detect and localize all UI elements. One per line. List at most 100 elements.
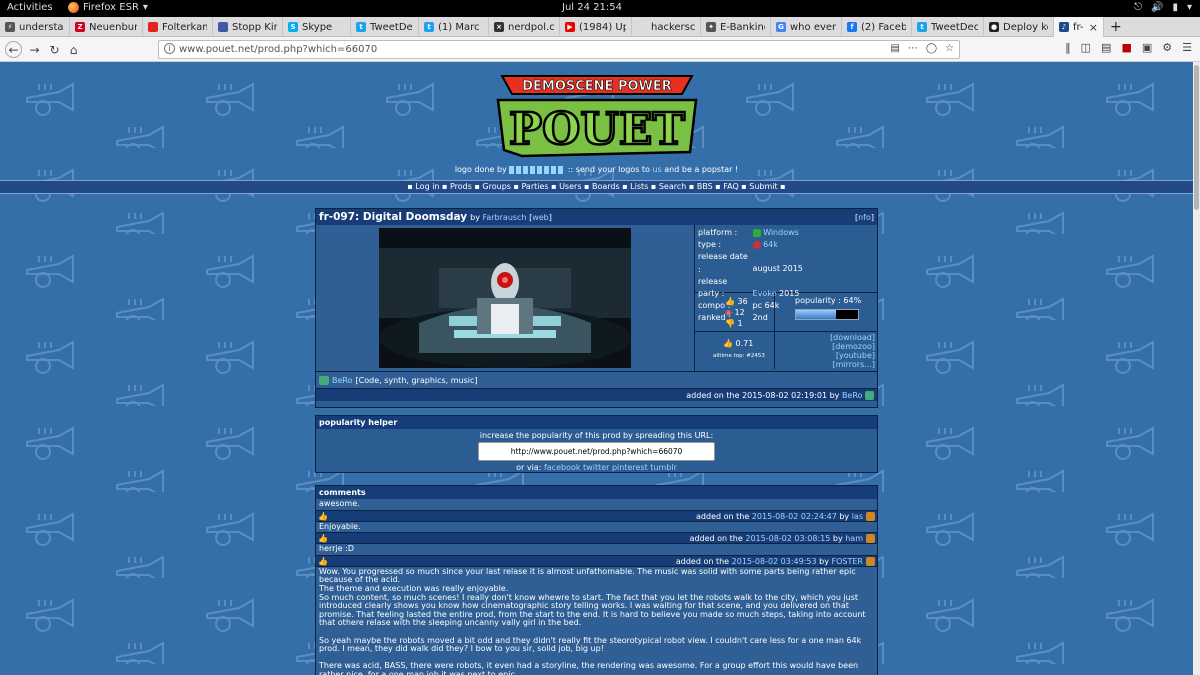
battery-icon: ▮ — [1172, 2, 1178, 13]
tab-favicon-icon: ♪ — [1059, 22, 1069, 32]
tab-favicon-icon — [148, 22, 158, 32]
prod-screenshot[interactable] — [379, 228, 631, 368]
forward-arrow-icon[interactable]: → — [26, 41, 43, 58]
us-link[interactable]: us — [652, 165, 661, 174]
network-icon: ⎋ — [1134, 2, 1142, 13]
prod-title: fr-097: Digital Doomsday — [319, 211, 468, 223]
pouet-logo[interactable]: DEMOSCENE POWER POUET — [492, 70, 702, 162]
tab-label: understan — [19, 21, 64, 33]
tab-11[interactable]: Gwho ever s — [771, 17, 842, 37]
tab-12[interactable]: f (2) Facebo — [842, 17, 912, 37]
popularity-helper: popularity helper increase the popularit… — [315, 415, 878, 473]
logo-credit: logo done by :: send your logos to us an… — [454, 165, 739, 174]
tab-13[interactable]: t TweetDec — [912, 17, 984, 37]
chevron-down-icon: ▾ — [142, 2, 148, 13]
gear-icon[interactable]: ⚙ — [1162, 41, 1172, 54]
nfo-link[interactable]: nfo — [858, 213, 871, 222]
ublock-icon[interactable]: ■ — [1121, 41, 1131, 54]
back-arrow-icon[interactable]: ← — [5, 41, 22, 58]
library-icon[interactable]: ‖ — [1065, 41, 1071, 54]
close-tab-icon[interactable]: × — [1089, 21, 1098, 34]
tab-9[interactable]: hackerscardg — [632, 17, 701, 37]
user-avatar-icon — [319, 375, 329, 385]
comment: awesome. 👍 added on the 2015-08-02 02:24:4… — [316, 499, 877, 522]
tab-favicon-icon: ● — [989, 22, 999, 32]
url-bar[interactable]: i www.pouet.net/prod.php?which=66070 ▤ ⋯… — [158, 40, 960, 59]
tab-14[interactable]: ● Deploy key — [984, 17, 1054, 37]
tab-1[interactable]: Z Neuenburg — [70, 17, 143, 37]
tab-label: (1) Marc [L — [438, 21, 483, 33]
popularity-bar — [795, 309, 859, 320]
thumb-icon: 👍 — [318, 511, 328, 521]
tab-favicon-icon: t — [424, 22, 434, 32]
group-link[interactable]: Farbrausch — [482, 213, 526, 222]
tab-label: Skype — [302, 21, 333, 33]
download-link[interactable]: [youtube] — [775, 351, 875, 360]
download-link[interactable]: [download] — [775, 333, 875, 342]
bookmark-star-icon[interactable]: ☆ — [945, 43, 954, 54]
url-text[interactable]: www.pouet.net/prod.php?which=66070 — [179, 44, 377, 55]
tab-label: Neuenburg — [89, 21, 137, 33]
type-link[interactable]: 64k — [763, 240, 778, 249]
reload-icon[interactable]: ↻ — [46, 41, 63, 58]
tab-4[interactable]: S Skype — [283, 17, 351, 37]
tab-label: (2) Facebo — [861, 21, 906, 33]
home-icon[interactable]: ⌂ — [65, 41, 82, 58]
platform-link[interactable]: Windows — [763, 228, 799, 237]
thumb-up-icon: 👍 — [725, 297, 735, 306]
scrollbar-thumb[interactable] — [1194, 65, 1199, 210]
hamburger-menu-icon[interactable]: ☰ — [1182, 41, 1192, 54]
clock[interactable]: Jul 24 21:54 — [562, 2, 622, 13]
user-avatar-icon[interactable] — [866, 556, 875, 566]
user-avatar-icon[interactable] — [866, 511, 875, 521]
tab-6[interactable]: t (1) Marc [L — [419, 17, 489, 37]
tab-2[interactable]: Folterkam — [143, 17, 213, 37]
extension-icon[interactable]: ▣ — [1142, 41, 1152, 54]
tab-8[interactable]: ▶ (1984) Upl — [560, 17, 632, 37]
navigation-toolbar: ← → ↻ ⌂ i www.pouet.net/prod.php?which=6… — [0, 37, 1200, 62]
reader-view-icon[interactable]: ▤ — [890, 43, 899, 54]
download-link[interactable]: [mirrors...] — [775, 360, 876, 369]
share-links[interactable]: facebook twitter pinterest tumblr — [544, 463, 677, 472]
user-avatar-icon[interactable] — [866, 534, 875, 544]
tab-10[interactable]: ✦ E-Banking — [701, 17, 771, 37]
comment: herrje :D 👍 added on the 2015-08-02 03:49:… — [316, 544, 877, 567]
sidebar-icon[interactable]: ◫ — [1081, 41, 1091, 54]
app-menu[interactable]: Firefox ESR ▾ — [68, 2, 148, 13]
activities-button[interactable]: Activities — [7, 2, 53, 13]
main-menu[interactable]: ▪ Log in ▪ Prods ▪ Groups ▪ Parties ▪ Us… — [0, 180, 1193, 194]
layout-icon[interactable]: ▤ — [1101, 41, 1111, 54]
scrollbar[interactable] — [1193, 62, 1200, 675]
page-actions-icon[interactable]: ⋯ — [908, 43, 918, 54]
comment-date-link[interactable]: 2015-08-02 03:49:53 — [732, 557, 817, 566]
comment-date-link[interactable]: 2015-08-02 03:08:15 — [745, 534, 830, 543]
tab-15[interactable]: ♪ fr-097: × — [1054, 17, 1104, 37]
comment-user-link[interactable]: las — [852, 512, 863, 521]
system-tray[interactable]: ⎋ 🔊 ▮ ▾ — [1134, 2, 1192, 13]
tab-7[interactable]: × nerdpol.ch — [489, 17, 560, 37]
pixel-logo-author[interactable] — [509, 165, 566, 174]
download-link[interactable]: [demozoo] — [775, 342, 875, 351]
comment-meta: 👍 added on the 2015-08-02 03:08:15 by ham — [316, 532, 877, 545]
tab-favicon-icon: ✦ — [706, 22, 716, 32]
comment-date-link[interactable]: 2015-08-02 02:24:47 — [752, 512, 837, 521]
tab-0[interactable]: ⚡ understan — [0, 17, 70, 37]
tab-label: (1984) Upl — [579, 21, 626, 33]
tab-favicon-icon — [637, 22, 647, 32]
64k-icon — [752, 240, 761, 249]
gnome-top-bar: Activities Firefox ESR ▾ Jul 24 21:54 ⎋ 🔊… — [0, 0, 1200, 17]
comment-user-link[interactable]: ham — [845, 534, 863, 543]
new-tab-button[interactable]: + — [1104, 17, 1128, 37]
credit-user-link[interactable]: BeRo — [332, 376, 353, 385]
share-url-field[interactable]: http://www.pouet.net/prod.php?which=6607… — [478, 442, 715, 461]
tab-favicon-icon: Z — [75, 22, 85, 32]
tab-5[interactable]: t TweetDec — [351, 17, 419, 37]
web-link[interactable]: web — [532, 213, 549, 222]
comment-user-link[interactable]: FOSTER — [832, 557, 863, 566]
pocket-icon[interactable]: ◯ — [926, 43, 937, 54]
download-links: [download] [demozoo] [youtube] [mirrors...] — [775, 332, 877, 369]
site-info-icon[interactable]: i — [164, 43, 175, 54]
tab-3[interactable]: Stopp Kind — [213, 17, 283, 37]
added-user-link[interactable]: BeRo — [842, 391, 863, 400]
windows-icon — [752, 228, 761, 237]
